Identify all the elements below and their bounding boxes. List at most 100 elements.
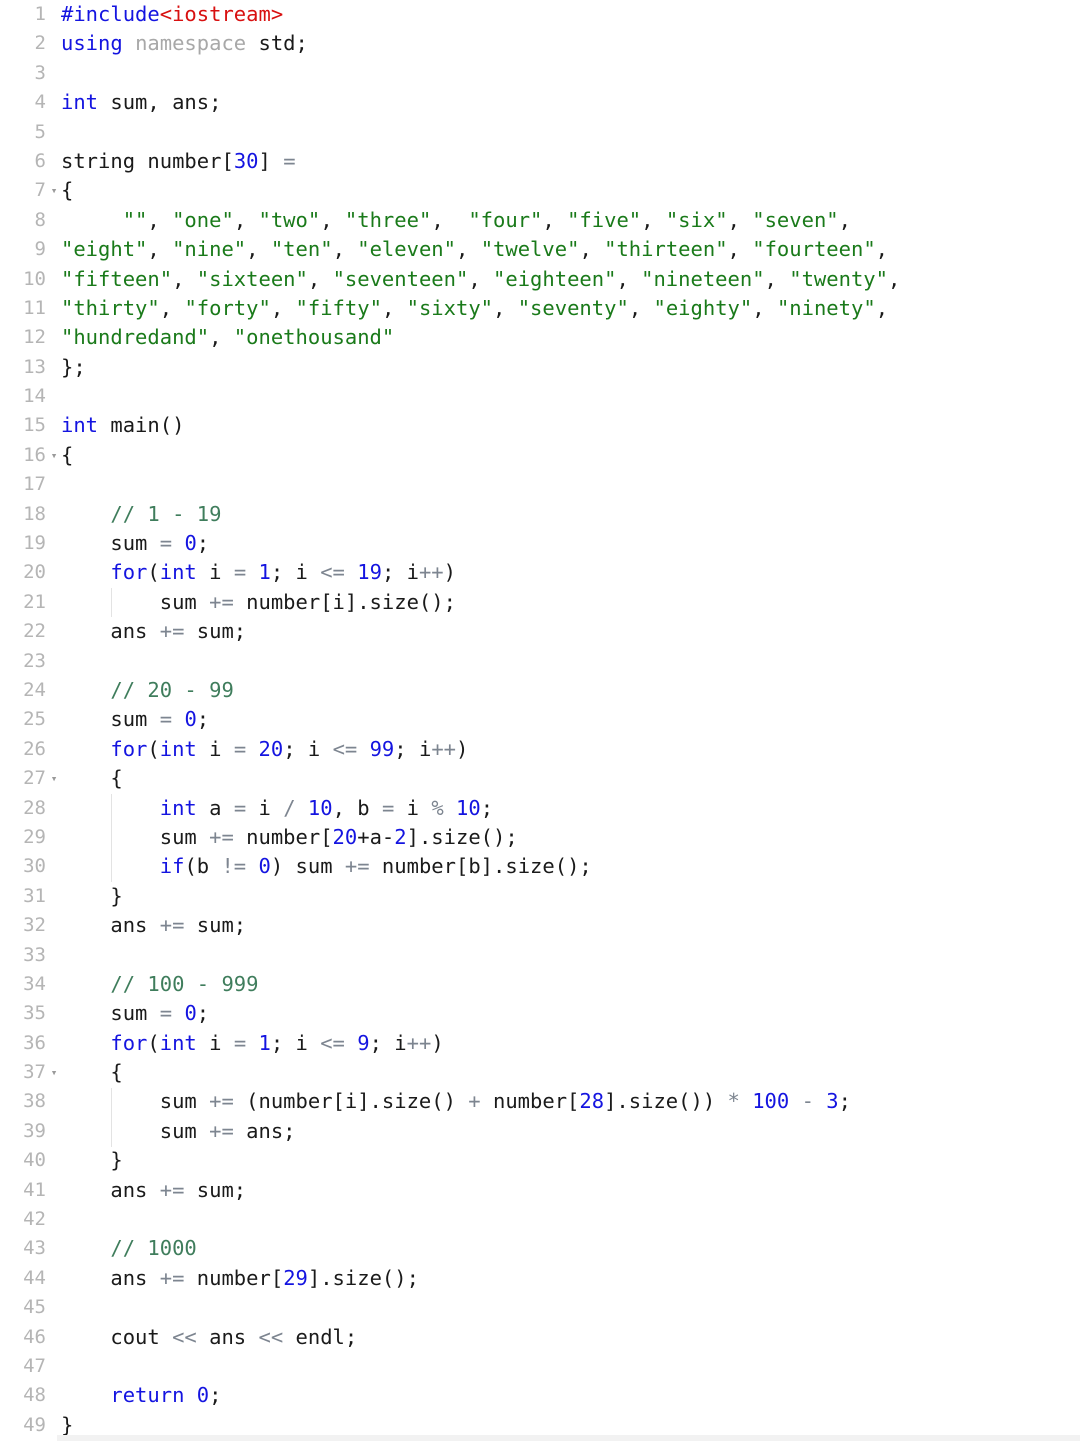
code-line[interactable]: 4 int sum, ans; — [0, 88, 1080, 117]
code-line[interactable]: 17 — [0, 470, 1080, 499]
token-pl: ; i — [369, 1030, 407, 1055]
code-text: if(b != 0) sum += number[b].size(); — [61, 852, 592, 881]
code-line[interactable]: 11 "thirty", "forty", "fifty", "sixty", "… — [0, 294, 1080, 323]
line-number: 41 — [23, 1178, 46, 1201]
code-line[interactable]: 9 "eight", "nine", "ten", "eleven", "twel… — [0, 235, 1080, 264]
code-line[interactable]: 36 for(int i = 1; i <= 9; i++) — [0, 1029, 1080, 1058]
fold-toggle-icon[interactable]: ▾ — [49, 441, 59, 470]
code-line[interactable]: 37 ▾ { — [0, 1058, 1080, 1087]
token-kw: for — [110, 736, 148, 761]
token-op: += — [159, 913, 185, 938]
token-pl: ; — [196, 531, 210, 556]
code-line[interactable]: 10 "fifteen", "sixteen", "seventeen", "ei… — [0, 265, 1080, 294]
code-line[interactable]: 22 ans += sum; — [0, 617, 1080, 646]
token-pl: { — [61, 766, 123, 791]
code-text: { — [61, 1058, 122, 1087]
code-line[interactable]: 2 using namespace std; — [0, 29, 1080, 58]
code-line[interactable]: 38 sum += (number[i].size() + number[28]… — [0, 1087, 1080, 1116]
code-text: // 1 - 19 — [61, 500, 221, 529]
code-line[interactable]: 18 // 1 - 19 — [0, 500, 1080, 529]
code-line[interactable]: 35 sum = 0; — [0, 999, 1080, 1028]
token-pl: ) sum — [270, 854, 345, 879]
code-text: { — [61, 764, 123, 793]
code-line[interactable]: 7 ▾{ — [0, 176, 1080, 205]
code-line[interactable]: 30 if(b != 0) sum += number[b].size(); — [0, 852, 1080, 881]
token-pl: , — [320, 207, 345, 232]
line-number: 47 — [23, 1354, 46, 1377]
code-line[interactable]: 43 // 1000 — [0, 1234, 1080, 1263]
fold-toggle-icon[interactable]: ▾ — [49, 1058, 59, 1087]
token-kw: for — [110, 560, 148, 585]
code-line[interactable]: 33 — [0, 941, 1080, 970]
fold-toggle-icon[interactable]: ▾ — [49, 176, 59, 205]
code-editor[interactable]: 1 #include<iostream> 2 using namespace std;… — [0, 0, 1080, 1441]
token-str: "" — [122, 207, 148, 232]
token-pl: sum — [61, 1089, 210, 1114]
line-number: 31 — [23, 884, 46, 907]
code-line[interactable]: 34 // 100 - 999 — [0, 970, 1080, 999]
code-line[interactable]: 25 sum = 0; — [0, 705, 1080, 734]
code-line[interactable]: 46 cout << ans << endl; — [0, 1323, 1080, 1352]
code-line[interactable]: 6 string number[30] = — [0, 147, 1080, 176]
code-text: sum = 0; — [61, 999, 209, 1028]
code-line[interactable]: 14 — [0, 382, 1080, 411]
code-line[interactable]: 28 int a = i / 10, b = i % 10; — [0, 794, 1080, 823]
code-text: using namespace std; — [61, 29, 308, 58]
code-line[interactable]: 20 for(int i = 1; i <= 19; i++) — [0, 558, 1080, 587]
code-line[interactable]: 40 } — [0, 1146, 1080, 1175]
code-line[interactable]: 21 sum += number[i].size(); — [0, 588, 1080, 617]
token-pl: number[ — [184, 1265, 284, 1290]
token-pl: , — [764, 266, 790, 291]
code-line[interactable]: 12 "hundredand", "onethousand" — [0, 323, 1080, 352]
token-str: "five" — [567, 207, 642, 232]
line-number: 34 — [23, 972, 46, 995]
code-line[interactable]: 32 ans += sum; — [0, 911, 1080, 940]
token-pl: main() — [98, 413, 185, 438]
code-text: ans += sum; — [61, 617, 246, 646]
code-lines-container[interactable]: 1 #include<iostream> 2 using namespace std;… — [0, 0, 1080, 1440]
code-line[interactable]: 8 "", "one", "two", "three", "four", "fi… — [0, 206, 1080, 235]
code-line[interactable]: 31 } — [0, 882, 1080, 911]
token-num: 9 — [357, 1030, 370, 1055]
code-line[interactable]: 27 ▾ { — [0, 764, 1080, 793]
code-text: // 100 - 999 — [61, 970, 258, 999]
code-line[interactable]: 19 sum = 0; — [0, 529, 1080, 558]
token-str: "nine" — [172, 237, 247, 262]
code-line[interactable]: 29 sum += number[20+a-2].size(); — [0, 823, 1080, 852]
token-pl: sum — [61, 589, 210, 614]
token-pl: ; — [209, 1383, 222, 1408]
line-number: 36 — [23, 1031, 46, 1054]
code-line[interactable]: 42 — [0, 1205, 1080, 1234]
token-str: "one" — [172, 207, 234, 232]
code-line[interactable]: 3 — [0, 59, 1080, 88]
code-line[interactable]: 15 int main() — [0, 411, 1080, 440]
code-line[interactable]: 26 for(int i = 20; i <= 99; i++) — [0, 735, 1080, 764]
token-op: * — [727, 1089, 740, 1114]
code-line[interactable]: 24 // 20 - 99 — [0, 676, 1080, 705]
token-op: <= — [320, 560, 345, 585]
code-line[interactable]: 45 — [0, 1293, 1080, 1322]
code-line[interactable]: 47 — [0, 1352, 1080, 1381]
code-line[interactable]: 5 — [0, 118, 1080, 147]
code-line[interactable]: 48 return 0; — [0, 1381, 1080, 1410]
code-line[interactable]: 23 — [0, 647, 1080, 676]
token-pl: sum; — [184, 913, 247, 938]
code-line[interactable]: 13}; — [0, 353, 1080, 382]
code-line[interactable]: 16 ▾{ — [0, 441, 1080, 470]
token-num: 19 — [357, 560, 382, 585]
line-number: 25 — [23, 708, 46, 731]
line-number: 18 — [23, 502, 46, 525]
line-number: 21 — [23, 590, 46, 613]
code-line[interactable]: 44 ans += number[29].size(); — [0, 1264, 1080, 1293]
code-line[interactable]: 1 #include<iostream> — [0, 0, 1080, 29]
token-pl: , — [381, 295, 407, 320]
code-line[interactable]: 41 ans += sum; — [0, 1176, 1080, 1205]
token-kw: #include — [61, 2, 160, 26]
fold-toggle-icon[interactable]: ▾ — [49, 764, 59, 793]
code-line[interactable]: 39 sum += ans; — [0, 1117, 1080, 1146]
token-pl: i — [196, 560, 234, 585]
line-number: 15 — [23, 414, 46, 437]
